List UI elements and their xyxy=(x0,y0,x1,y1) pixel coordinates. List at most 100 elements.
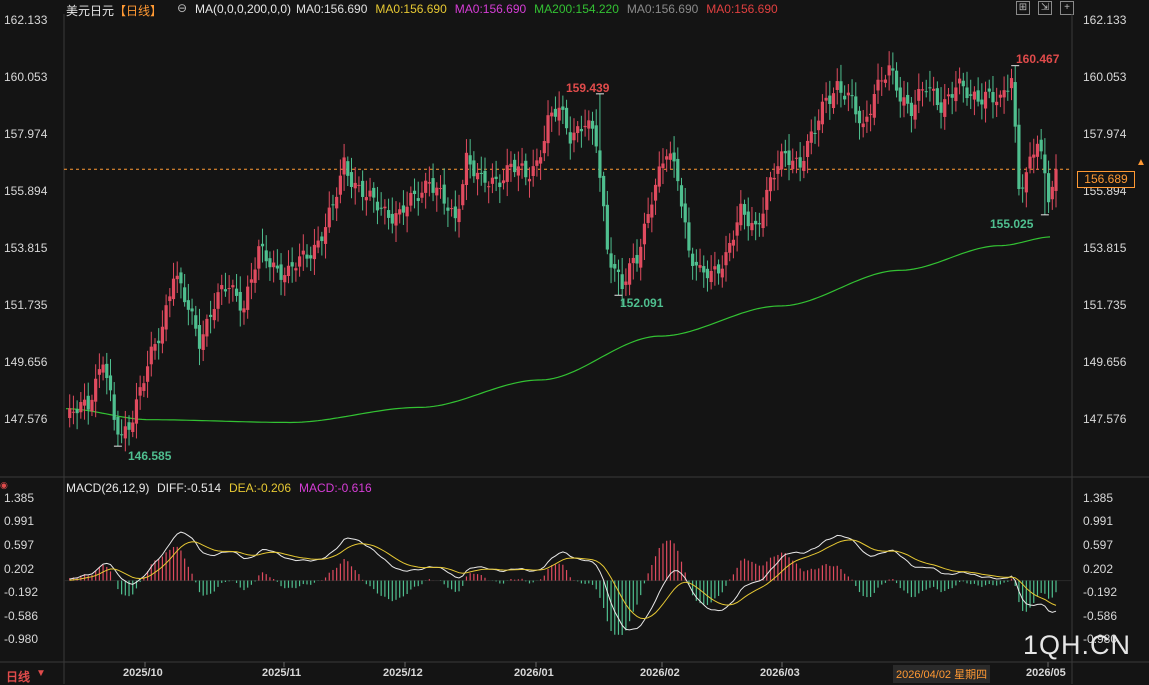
candle-body xyxy=(427,182,431,184)
candle-body xyxy=(372,187,376,198)
candle-body xyxy=(746,211,750,227)
annotation-low-apr: 155.025 xyxy=(990,217,1034,231)
candle-body xyxy=(138,387,142,396)
period-tab[interactable]: 日线 xyxy=(6,668,30,685)
candle-body xyxy=(805,140,810,158)
price-tick-label: 151.735 xyxy=(4,298,48,312)
candle-body xyxy=(657,166,661,187)
candle-body xyxy=(331,204,335,206)
candle-body xyxy=(379,207,383,209)
candle-body xyxy=(272,262,276,268)
candle-body xyxy=(1054,169,1058,191)
candle-body xyxy=(275,265,279,269)
candle-body xyxy=(609,253,613,268)
price-tick-label: 147.576 xyxy=(4,412,48,426)
x-tick-label: 2026/01 xyxy=(514,667,554,679)
candle-body xyxy=(780,151,784,170)
candle-body xyxy=(1013,82,1017,127)
candle-body xyxy=(843,95,847,100)
candle-body xyxy=(320,236,324,242)
candle-body xyxy=(231,285,235,288)
candle-body xyxy=(416,198,420,201)
candle-body xyxy=(676,158,680,182)
candle-body xyxy=(134,399,139,424)
price-tick-label: 149.656 xyxy=(1083,354,1127,369)
chart-canvas[interactable] xyxy=(0,0,1149,684)
price-tick-label: 162.133 xyxy=(1083,13,1127,27)
candle-body xyxy=(616,269,621,273)
candle-body xyxy=(920,89,925,91)
candle-body xyxy=(946,94,951,97)
macd-tick-label: 0.202 xyxy=(1083,561,1114,576)
candle-body xyxy=(980,99,984,105)
candle-body xyxy=(932,88,936,91)
candle-body xyxy=(568,132,572,144)
price-tick-label: 153.815 xyxy=(1083,240,1127,255)
candle-body xyxy=(338,175,342,195)
candle-body xyxy=(761,213,765,229)
candle-body xyxy=(691,253,695,266)
candle-body xyxy=(802,161,806,172)
price-tick-label: 155.894 xyxy=(4,184,48,198)
candle-body xyxy=(561,106,565,110)
candle-body xyxy=(305,254,309,259)
candle-body xyxy=(935,88,939,105)
candle-body xyxy=(668,153,672,160)
price-tick-label: 147.576 xyxy=(1083,412,1127,426)
price-tick-label: 157.974 xyxy=(1083,126,1127,141)
annotation-high-jan: 159.439 xyxy=(566,81,610,95)
candle-body xyxy=(435,187,439,196)
candle-body xyxy=(650,204,654,218)
candle-body xyxy=(798,157,802,168)
candle-body xyxy=(716,264,721,274)
candle-body xyxy=(286,265,291,277)
candle-body xyxy=(757,223,761,225)
candle-body xyxy=(335,196,339,209)
candle-body xyxy=(1035,143,1040,157)
candle-body xyxy=(646,214,650,223)
candle-body xyxy=(661,163,665,169)
candle-body xyxy=(983,91,988,109)
macd-tick-label: 0.991 xyxy=(4,514,35,529)
candle-body xyxy=(817,120,821,131)
candle-body xyxy=(954,87,958,102)
candle-body xyxy=(323,227,328,244)
macd-tick-label: 0.597 xyxy=(1083,537,1114,552)
candle-body xyxy=(883,79,888,83)
candle-body xyxy=(361,180,365,197)
candle-body xyxy=(194,315,198,329)
candle-body xyxy=(461,184,465,206)
candle-body xyxy=(183,287,187,303)
candle-body xyxy=(906,94,910,104)
candle-body xyxy=(627,263,632,285)
candle-body xyxy=(776,166,780,174)
macd-tick-label: 1.385 xyxy=(4,491,35,505)
macd-tick-label: -0.586 xyxy=(1083,608,1118,623)
candle-body xyxy=(164,305,168,330)
candle-body xyxy=(820,101,825,125)
candle-body xyxy=(765,189,769,210)
candle-body xyxy=(687,222,691,251)
candle-body xyxy=(234,288,239,296)
price-tick-label: 151.735 xyxy=(1083,298,1127,312)
candle-body xyxy=(724,252,728,266)
period-tab-arrow-icon[interactable]: ▼ xyxy=(36,668,46,679)
candle-body xyxy=(1046,173,1051,203)
candle-body xyxy=(327,207,331,228)
candle-body xyxy=(653,184,658,201)
candle-body xyxy=(624,281,628,285)
candle-body xyxy=(794,157,799,159)
candle-body xyxy=(316,240,320,248)
last-price-marker-icon: ▲ xyxy=(1136,157,1146,168)
candle-body xyxy=(898,87,902,102)
candle-body xyxy=(398,209,402,215)
candle-body xyxy=(976,90,980,102)
candle-body xyxy=(490,177,495,184)
macd-tick-label: 0.597 xyxy=(4,537,35,552)
macd-tick-label: 0.202 xyxy=(4,561,35,576)
candle-body xyxy=(713,266,717,270)
candle-body xyxy=(913,104,917,120)
candle-body xyxy=(613,263,617,269)
x-tick-label: 2026/05 xyxy=(1026,667,1066,679)
candle-body xyxy=(94,378,98,402)
